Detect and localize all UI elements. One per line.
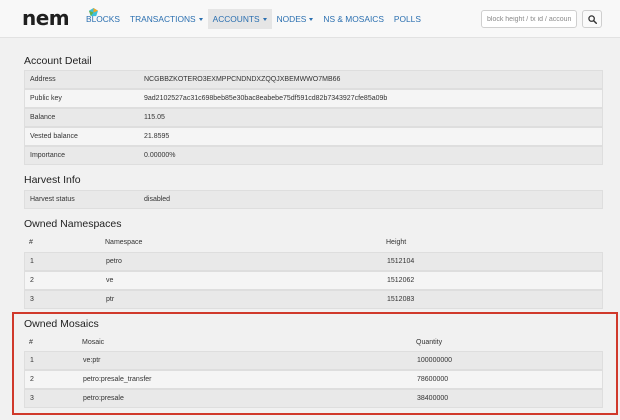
table-row: 1 petro 1512104: [24, 252, 603, 271]
row-index: 3: [30, 296, 34, 303]
row-index: 3: [30, 395, 34, 402]
caret-down-icon: [262, 18, 267, 22]
search-icon: [587, 14, 597, 24]
column-header: Quantity: [416, 339, 443, 346]
nav-ns-mosaics[interactable]: NS & MOSAICS: [318, 9, 389, 29]
nav-transactions[interactable]: TRANSACTIONS: [125, 9, 208, 29]
nem-logo[interactable]: nem: [22, 6, 70, 30]
quantity-value: 100000000: [417, 357, 453, 364]
row-key: Vested balance: [30, 133, 78, 140]
owned-namespaces-title: Owned Namespaces: [24, 218, 122, 230]
row-key: Importance: [30, 152, 66, 159]
navbar: nem BLOCKS TRANSACTIONS ACCOUNTS NODES N…: [0, 0, 620, 38]
column-header: #: [29, 339, 33, 346]
nav-polls[interactable]: POLLS: [389, 9, 426, 29]
balance-value: 115.05: [144, 114, 165, 121]
quantity-value: 78600000: [417, 376, 449, 383]
row-key: Public key: [30, 95, 62, 102]
caret-down-icon: [309, 18, 314, 22]
nav-accounts[interactable]: ACCOUNTS: [207, 9, 272, 29]
search-button[interactable]: [582, 10, 602, 28]
address-value: NCGBBZKOTERO3EXMPPCNDNDXZQQJXBEMWWO7MB66: [144, 76, 341, 83]
harvest-status-value: disabled: [144, 196, 171, 203]
table-row: 3 petro:presale 38400000: [24, 389, 603, 408]
nav-label: BLOCKS: [86, 14, 120, 24]
row-key: Harvest status: [30, 196, 75, 203]
height-value: 1512062: [387, 277, 415, 284]
nav-label: ACCOUNTS: [212, 14, 260, 24]
row-key: Balance: [30, 114, 56, 121]
nav-label: TRANSACTIONS: [129, 14, 196, 24]
main-nav: BLOCKS TRANSACTIONS ACCOUNTS NODES NS & …: [81, 9, 426, 31]
table-row: Address NCGBBZKOTERO3EXMPPCNDNDXZQQJXBEM…: [24, 70, 603, 89]
table-row: Vested balance 21.8595: [24, 127, 603, 146]
table-row: Importance 0.00000%: [24, 146, 603, 165]
height-value: 1512083: [387, 296, 415, 303]
table-header: # Namespace Height: [24, 233, 603, 252]
row-key: Address: [30, 76, 56, 83]
nav-label: POLLS: [393, 14, 421, 24]
row-index: 1: [30, 357, 34, 364]
row-index: 1: [30, 258, 34, 265]
account-detail-title: Account Detail: [24, 55, 92, 67]
column-header: Mosaic: [82, 339, 105, 346]
table-row: 2 petro:presale_transfer 78600000: [24, 370, 603, 389]
namespace-link[interactable]: petro: [106, 253, 122, 270]
row-index: 2: [30, 277, 34, 284]
column-header: Namespace: [105, 239, 143, 246]
nav-nodes[interactable]: NODES: [272, 9, 319, 29]
namespace-link[interactable]: ptr: [106, 291, 114, 308]
table-header: # Mosaic Quantity: [24, 333, 603, 352]
table-row: 3 ptr 1512083: [24, 290, 603, 309]
public-key-value: 9ad2102527ac31c698beb85e30bac8eabebe75df…: [144, 95, 388, 102]
search-input[interactable]: [481, 10, 577, 28]
namespace-link[interactable]: ve: [106, 272, 113, 289]
harvest-info-title: Harvest Info: [24, 174, 81, 186]
importance-value: 0.00000%: [144, 152, 176, 159]
owned-mosaics-title: Owned Mosaics: [24, 318, 99, 330]
mosaic-link[interactable]: ve:ptr: [83, 352, 101, 369]
mosaic-link[interactable]: petro:presale: [83, 390, 124, 407]
nav-label: NS & MOSAICS: [323, 14, 384, 24]
table-row: Public key 9ad2102527ac31c698beb85e30bac…: [24, 89, 603, 108]
nav-label: NODES: [276, 14, 307, 24]
row-index: 2: [30, 376, 34, 383]
nav-blocks[interactable]: BLOCKS: [81, 9, 125, 29]
table-row: 1 ve:ptr 100000000: [24, 351, 603, 370]
column-header: Height: [386, 239, 407, 246]
column-header: #: [29, 239, 33, 246]
quantity-value: 38400000: [417, 395, 449, 402]
mosaic-link[interactable]: petro:presale_transfer: [83, 371, 151, 388]
table-row: Balance 115.05: [24, 108, 603, 127]
caret-down-icon: [198, 18, 203, 22]
vested-balance-value: 21.8595: [144, 133, 170, 140]
table-row: Harvest status disabled: [24, 190, 603, 209]
height-value: 1512104: [387, 258, 415, 265]
table-row: 2 ve 1512062: [24, 271, 603, 290]
